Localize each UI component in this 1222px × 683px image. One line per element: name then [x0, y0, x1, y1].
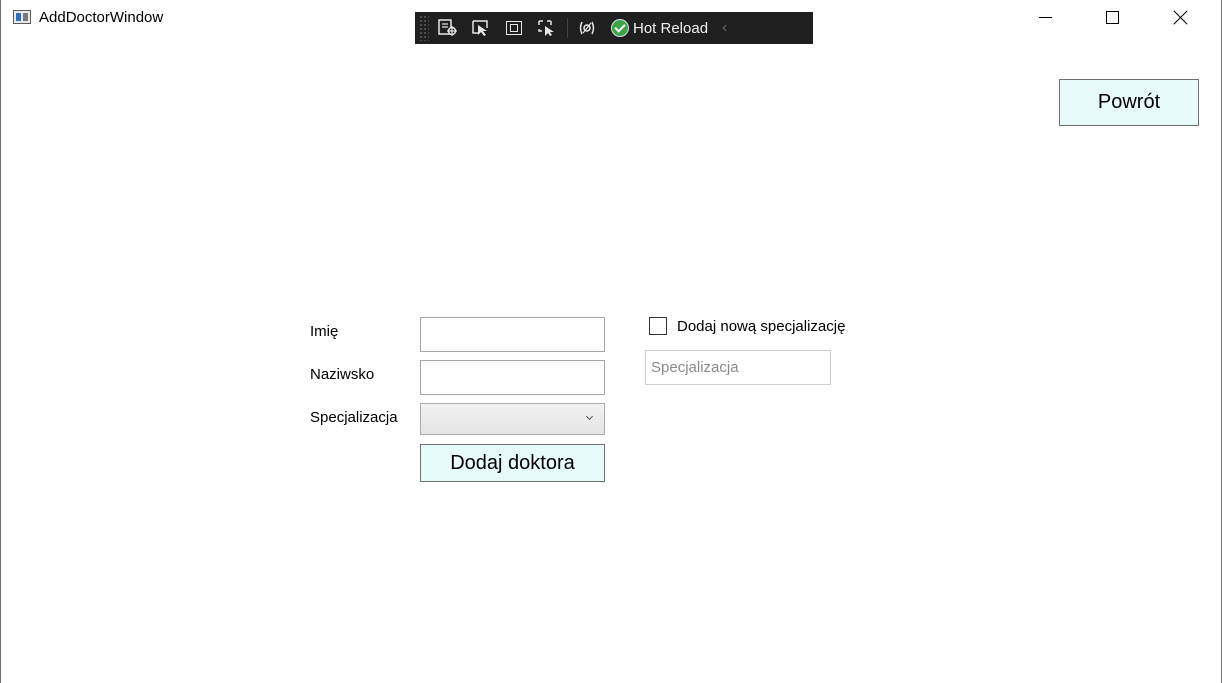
specialization-dropdown[interactable]: [420, 403, 605, 435]
add-doctor-button[interactable]: Dodaj doktora: [420, 444, 605, 482]
new-specialization-input[interactable]: [645, 350, 831, 385]
track-focus-button[interactable]: [533, 16, 561, 40]
display-adorners-button[interactable]: [500, 16, 528, 40]
close-button[interactable]: [1149, 0, 1211, 34]
select-element-icon: [472, 20, 488, 36]
new-specialization-checkbox-label: Dodaj nową specjalizację: [677, 317, 846, 335]
live-visual-tree-icon: [438, 19, 457, 36]
maximize-button[interactable]: [1081, 0, 1143, 34]
live-visual-tree-button[interactable]: [434, 16, 462, 40]
binding-failures-icon: [579, 21, 595, 35]
maximize-icon: [1105, 10, 1119, 24]
minimize-button[interactable]: [1014, 0, 1076, 34]
xaml-debug-toolbar: Hot Reload ‹: [415, 12, 813, 44]
toolbar-separator: [567, 18, 568, 38]
specialization-label: Specjalizacja: [310, 409, 398, 426]
add-doctor-window: AddDoctorWindow Hot Reload ‹ Powrót Imię…: [0, 0, 1222, 683]
display-adorners-icon: [506, 21, 522, 35]
chevron-left-icon[interactable]: ‹: [722, 19, 727, 37]
window-title: AddDoctorWindow: [39, 9, 164, 26]
minimize-icon: [1038, 16, 1052, 18]
hot-reload-status[interactable]: Hot Reload: [611, 19, 708, 37]
last-name-label: Naziwsko: [310, 366, 375, 383]
binding-failures-button[interactable]: [573, 16, 601, 40]
chevron-down-icon: [585, 412, 594, 421]
check-circle-icon: [611, 19, 629, 37]
new-specialization-toggle[interactable]: Dodaj nową specjalizację: [649, 317, 845, 335]
app-window-icon: [13, 10, 31, 24]
hot-reload-label: Hot Reload: [633, 19, 709, 37]
toolbar-grip-icon[interactable]: [419, 15, 429, 41]
close-icon: [1173, 10, 1188, 25]
select-element-button[interactable]: [467, 16, 495, 40]
new-specialization-checkbox[interactable]: [649, 317, 667, 335]
back-button[interactable]: Powrót: [1059, 79, 1199, 126]
first-name-input[interactable]: [420, 317, 605, 352]
first-name-label: Imię: [310, 323, 339, 340]
track-focus-icon: [538, 20, 554, 36]
last-name-input[interactable]: [420, 360, 605, 395]
